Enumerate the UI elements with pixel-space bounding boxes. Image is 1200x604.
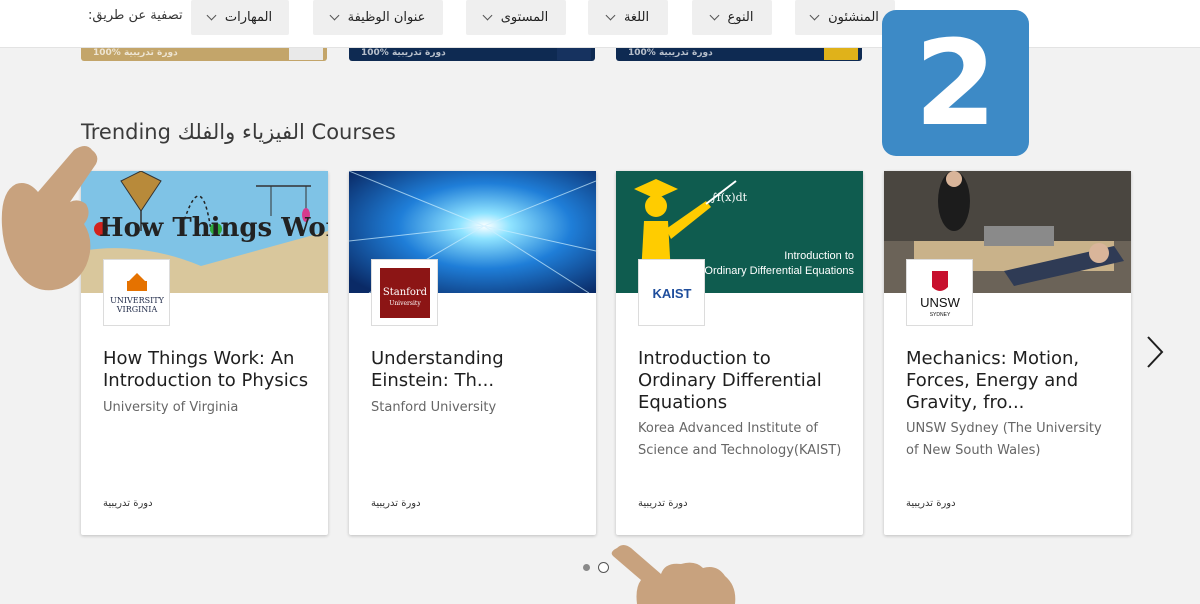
filter-label: النوع [727, 10, 754, 25]
course-title[interactable]: Introduction to Ordinary Differential Eq… [638, 348, 848, 414]
course-partner: University of Virginia [103, 400, 239, 415]
course-type: دورة تدريبية [906, 498, 956, 509]
chevron-right-icon[interactable] [1144, 335, 1166, 369]
university-logo: KAIST [638, 259, 705, 326]
university-logo: UNIVERSITY VIRGINIA [103, 259, 170, 326]
filter-creators[interactable]: المنشئون [795, 0, 895, 35]
step-number-badge: 2 [882, 10, 1029, 156]
svg-text:UNSW: UNSW [920, 295, 960, 310]
course-partner: UNSW Sydney (The University of New South… [906, 421, 1102, 458]
filter-language[interactable]: اللغة [588, 0, 668, 35]
course-type: دورة تدريبية [638, 498, 688, 509]
svg-text:SYDNEY: SYDNEY [929, 312, 950, 318]
university-logo: Stanford University [371, 259, 438, 326]
previous-card-strip[interactable]: 100% دورة تدريبية [81, 48, 327, 61]
previous-card-strip[interactable]: 100% دورة تدريبية [616, 48, 862, 61]
course-type: دورة تدريبية [371, 498, 421, 509]
svg-text:Ordinary Differential Equation: Ordinary Differential Equations [704, 265, 854, 277]
course-partner: Korea Advanced Institute of Science and … [638, 421, 842, 458]
pointing-hand-icon [611, 545, 736, 604]
course-card[interactable]: How Things Work UNIVERSITY VIRGINIA How … [81, 171, 328, 535]
previous-card-tag: 100% دورة تدريبية [628, 48, 713, 58]
filter-label: المستوى [500, 10, 549, 25]
svg-text:UNIVERSITY: UNIVERSITY [110, 296, 165, 305]
pointing-hand-icon [1, 146, 98, 291]
chevron-down-icon [605, 10, 616, 21]
course-card[interactable]: Stanford University Understanding Einste… [349, 171, 596, 535]
filter-type[interactable]: النوع [692, 0, 772, 35]
course-title[interactable]: Mechanics: Motion, Forces, Energy and Gr… [906, 348, 1116, 414]
filter-level[interactable]: المستوى [466, 0, 566, 35]
svg-text:How Things Work: How Things Work [99, 213, 328, 243]
svg-text:University: University [389, 300, 421, 307]
filter-label: المنشئون [828, 10, 879, 25]
course-card[interactable]: ∫f(x)dt Introduction to Ordinary Differe… [616, 171, 863, 535]
previous-card-tag: 100% دورة تدريبية [93, 48, 178, 58]
chevron-down-icon [329, 10, 340, 21]
filter-job-title[interactable]: عنوان الوظيفة [313, 0, 443, 35]
course-title[interactable]: How Things Work: An Introduction to Phys… [103, 348, 313, 392]
course-title[interactable]: Understanding Einstein: Th... [371, 348, 581, 392]
filter-skills[interactable]: المهارات [191, 0, 289, 35]
course-type: دورة تدريبية [103, 498, 153, 509]
course-card[interactable]: UNSW SYDNEY Mechanics: Motion, Forces, E… [884, 171, 1131, 535]
previous-card-tag: 100% دورة تدريبية [361, 48, 446, 58]
svg-text:Introduction to: Introduction to [784, 250, 854, 262]
partner-logo-icon [289, 48, 323, 60]
partner-logo-icon [557, 48, 591, 60]
pagination-dot[interactable] [583, 564, 590, 571]
svg-text:VIRGINIA: VIRGINIA [115, 305, 157, 314]
svg-text:∫f(x)dt: ∫f(x)dt [711, 191, 748, 204]
chevron-down-icon [709, 10, 719, 21]
svg-text:Stanford: Stanford [382, 287, 427, 298]
chevron-down-icon [206, 10, 217, 21]
filter-label: عنوان الوظيفة [347, 10, 426, 25]
partner-logo-icon [824, 48, 858, 60]
filter-by-label: تصفية عن طريق: [88, 8, 183, 23]
previous-card-strip[interactable]: 100% دورة تدريبية [349, 48, 595, 61]
svg-text:KAIST: KAIST [652, 286, 691, 301]
course-partner: Stanford University [371, 400, 497, 415]
chevron-down-icon [482, 10, 493, 21]
section-title: Trending الفيزياء والفلك Courses [81, 120, 396, 144]
university-logo: UNSW SYDNEY [906, 259, 973, 326]
filter-label: اللغة [623, 10, 650, 25]
chevron-down-icon [809, 10, 820, 21]
filter-label: المهارات [224, 10, 273, 25]
